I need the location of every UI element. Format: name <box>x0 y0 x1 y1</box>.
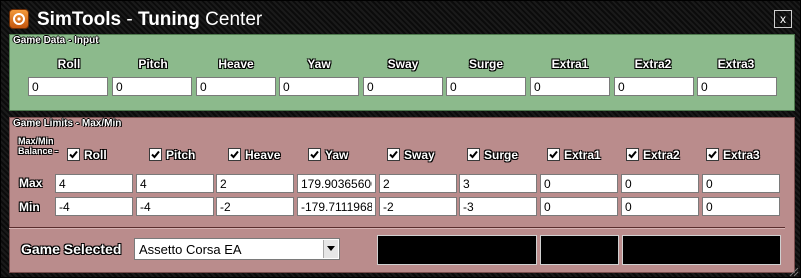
max-value-roll[interactable] <box>55 174 133 193</box>
input-header-extra3: Extra3 <box>717 57 755 71</box>
game-data-section-title: Game Data - Input <box>13 35 99 46</box>
balance-checkbox-surge[interactable] <box>467 148 480 161</box>
limit-header-pitch: Pitch <box>166 148 196 162</box>
title-separator: - <box>121 9 138 30</box>
balance-checkbox-extra1[interactable] <box>547 148 560 161</box>
input-value-extra2[interactable] <box>614 77 694 96</box>
input-value-heave[interactable] <box>196 77 276 96</box>
game-selected-label: Game Selected <box>21 241 122 257</box>
min-value-heave[interactable] <box>216 197 294 216</box>
balance-label-line1: Max/Min <box>18 136 54 146</box>
check-icon <box>708 150 717 159</box>
close-icon: x <box>780 12 786 26</box>
max-value-pitch[interactable] <box>136 174 214 193</box>
max-value-extra1[interactable] <box>540 174 618 193</box>
max-row-label: Max <box>19 176 43 190</box>
simtools-logo-icon <box>9 9 29 29</box>
game-selected-dropdown[interactable]: Assetto Corsa EA <box>134 238 340 260</box>
chevron-down-icon <box>327 246 335 251</box>
balance-checkbox-roll[interactable] <box>67 148 80 161</box>
status-display-1 <box>377 235 537 265</box>
max-value-surge[interactable] <box>459 174 537 193</box>
max-value-heave[interactable] <box>216 174 294 193</box>
balance-label: Max/Min Balance - <box>18 136 58 156</box>
limit-header-surge: Surge <box>484 148 519 162</box>
max-value-yaw[interactable] <box>297 174 376 193</box>
max-value-sway[interactable] <box>379 174 457 193</box>
balance-checkbox-heave[interactable] <box>228 148 241 161</box>
limit-header-extra3: Extra3 <box>723 148 760 162</box>
limit-header-heave: Heave <box>245 148 281 162</box>
game-limits-section-title: Game Limits - Max/Min <box>13 118 122 129</box>
limit-header-extra1: Extra1 <box>564 148 601 162</box>
input-value-extra1[interactable] <box>530 77 610 96</box>
check-icon <box>469 150 478 159</box>
min-value-yaw[interactable] <box>297 197 376 216</box>
min-value-surge[interactable] <box>459 197 537 216</box>
input-value-extra3[interactable] <box>697 77 777 96</box>
input-value-pitch[interactable] <box>112 77 192 96</box>
input-header-extra1: Extra1 <box>551 57 589 71</box>
check-icon <box>628 150 637 159</box>
input-value-yaw[interactable] <box>279 77 359 96</box>
check-icon <box>389 150 398 159</box>
check-icon <box>230 150 239 159</box>
input-header-yaw: Yaw <box>307 57 331 71</box>
dropdown-button[interactable] <box>323 240 338 258</box>
title-app-name: SimTools <box>37 9 122 30</box>
game-selected-value: Assetto Corsa EA <box>139 242 242 257</box>
min-value-extra1[interactable] <box>540 197 618 216</box>
balance-checkbox-yaw[interactable] <box>308 148 321 161</box>
check-icon <box>151 150 160 159</box>
window-title: SimTools - Tuning Center <box>37 9 262 31</box>
status-display-3 <box>622 235 781 265</box>
check-icon <box>69 150 78 159</box>
game-data-panel: Game Data - Input Roll Pitch Heave Yaw S… <box>9 34 795 111</box>
balance-checkbox-pitch[interactable] <box>149 148 162 161</box>
tuning-center-window: SimTools - Tuning Center x Game Data - I… <box>0 0 801 278</box>
min-value-extra2[interactable] <box>621 197 699 216</box>
close-button[interactable]: x <box>774 10 792 28</box>
input-header-sway: Sway <box>387 57 419 71</box>
input-value-surge[interactable] <box>446 77 526 96</box>
input-header-roll: Roll <box>57 57 81 71</box>
balance-checkbox-extra2[interactable] <box>626 148 639 161</box>
limit-header-sway: Sway <box>404 148 435 162</box>
input-value-sway[interactable] <box>363 77 443 96</box>
min-value-extra3[interactable] <box>702 197 780 216</box>
title-bold: Tuning <box>138 9 200 30</box>
input-header-pitch: Pitch <box>138 57 168 71</box>
min-value-pitch[interactable] <box>136 197 214 216</box>
min-value-roll[interactable] <box>55 197 133 216</box>
resize-grip-icon[interactable] <box>787 265 799 277</box>
status-display-2 <box>540 235 619 265</box>
limit-header-extra2: Extra2 <box>643 148 680 162</box>
limit-header-roll: Roll <box>84 148 107 162</box>
input-header-extra2: Extra2 <box>634 57 672 71</box>
balance-label-line2: Balance - <box>18 146 59 156</box>
balance-checkbox-sway[interactable] <box>387 148 400 161</box>
balance-checkbox-extra3[interactable] <box>706 148 719 161</box>
input-header-heave: Heave <box>218 57 254 71</box>
max-value-extra3[interactable] <box>702 174 780 193</box>
limit-header-yaw: Yaw <box>325 148 349 162</box>
input-value-roll[interactable] <box>28 77 108 96</box>
min-row-label: Min <box>19 200 40 214</box>
check-icon <box>549 150 558 159</box>
max-value-extra2[interactable] <box>621 174 699 193</box>
title-bar[interactable]: SimTools - Tuning Center x <box>1 1 800 33</box>
min-value-sway[interactable] <box>379 197 457 216</box>
input-header-surge: Surge <box>468 57 503 71</box>
section-divider <box>9 227 785 229</box>
check-icon <box>310 150 319 159</box>
title-rest: Center <box>199 9 263 30</box>
